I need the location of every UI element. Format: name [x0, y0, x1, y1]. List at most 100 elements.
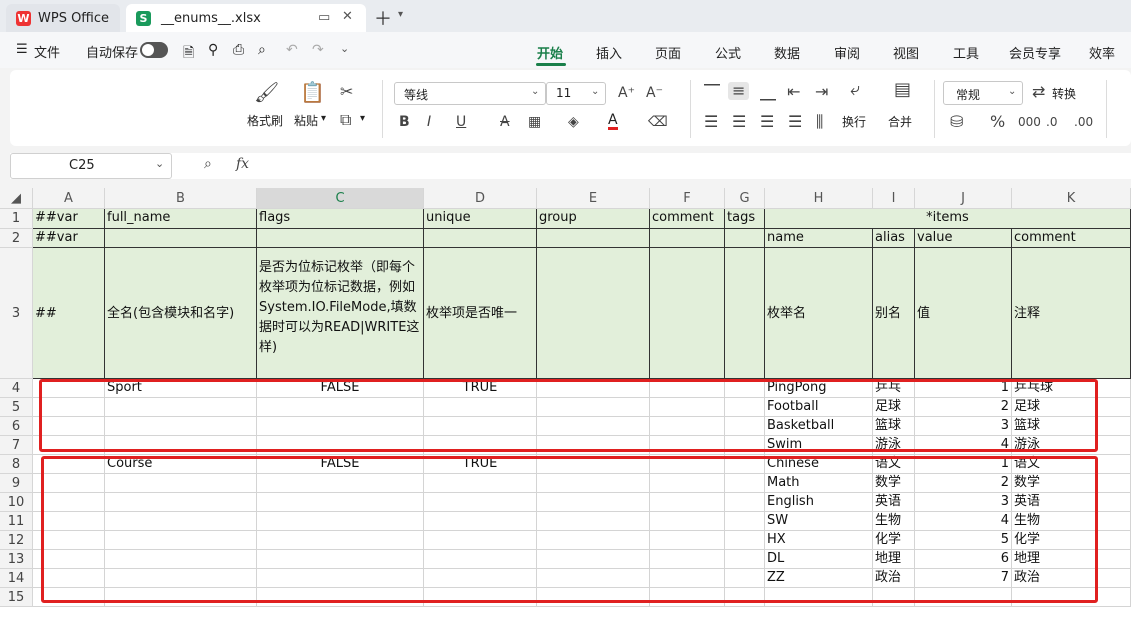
- plus-icon[interactable]: ＋: [374, 5, 392, 31]
- tab-member[interactable]: 会员专享: [1009, 43, 1061, 62]
- cell-a1[interactable]: ##var: [33, 209, 105, 229]
- justify-icon[interactable]: ☰: [788, 114, 802, 130]
- cell-c3[interactable]: 是否为位标记枚举（即每个枚举项为位标记数据，例如System.IO.FileMo…: [257, 248, 424, 379]
- row-header-9[interactable]: 9: [0, 474, 33, 493]
- wrap-text-icon[interactable]: ⤶: [850, 81, 860, 99]
- copy-chevron-icon[interactable]: ▾: [360, 113, 365, 124]
- tab-tools[interactable]: 工具: [953, 43, 979, 62]
- cell-i2[interactable]: alias: [873, 229, 915, 248]
- column-header-a[interactable]: A: [33, 188, 105, 209]
- currency-icon[interactable]: ⛁: [950, 114, 963, 130]
- row-header-8[interactable]: 8: [0, 455, 33, 474]
- cell-g1[interactable]: tags: [725, 209, 765, 229]
- row-header-7[interactable]: 7: [0, 436, 33, 455]
- align-center-icon[interactable]: ☰: [732, 114, 746, 130]
- close-tab-icon[interactable]: ✕: [342, 9, 353, 24]
- italic-icon[interactable]: I: [427, 114, 431, 130]
- copy-icon[interactable]: ⧉: [340, 112, 351, 128]
- cell-f2[interactable]: [650, 229, 725, 248]
- row-header-12[interactable]: 12: [0, 531, 33, 550]
- tab-home[interactable]: 开始: [537, 43, 563, 62]
- cell-a2[interactable]: ##var: [33, 229, 105, 248]
- select-all-corner[interactable]: ◢: [0, 188, 33, 209]
- convert-icon[interactable]: ⇄: [1032, 84, 1045, 100]
- increase-font-icon[interactable]: A⁺: [618, 85, 635, 101]
- cut-icon[interactable]: ✂: [340, 84, 353, 100]
- cell-f3[interactable]: [650, 248, 725, 379]
- row-header-10[interactable]: 10: [0, 493, 33, 512]
- cell-i3[interactable]: 别名: [873, 248, 915, 379]
- more-chevron-icon[interactable]: ⌄: [340, 42, 349, 55]
- save-icon[interactable]: 🗎: [183, 42, 194, 66]
- window-icon[interactable]: ▭: [318, 10, 330, 25]
- cell-j2[interactable]: value: [915, 229, 1012, 248]
- wrap-text-button[interactable]: 换行: [842, 113, 866, 130]
- indent-icon[interactable]: ⇥: [815, 84, 828, 100]
- cell-a3[interactable]: ##: [33, 248, 105, 379]
- cell-b2[interactable]: [105, 229, 257, 248]
- merge-icon[interactable]: ▤: [894, 81, 911, 99]
- row-header-14[interactable]: 14: [0, 569, 33, 588]
- column-header-k[interactable]: K: [1012, 188, 1131, 209]
- column-header-b[interactable]: B: [105, 188, 257, 209]
- paste-chevron-icon[interactable]: ▾: [321, 113, 326, 124]
- decrease-font-icon[interactable]: A⁻: [646, 85, 663, 101]
- cell-k3[interactable]: 注释: [1012, 248, 1131, 379]
- menu-file[interactable]: 文件: [34, 42, 60, 61]
- formula-input[interactable]: [266, 156, 1126, 176]
- row-header-2[interactable]: 2: [0, 229, 33, 248]
- percent-icon[interactable]: %: [990, 114, 1005, 130]
- font-name-select[interactable]: 等线 ⌄: [394, 82, 546, 105]
- column-header-g[interactable]: G: [725, 188, 765, 209]
- column-header-h[interactable]: H: [765, 188, 873, 209]
- row-header-3[interactable]: 3: [0, 248, 33, 379]
- cell-g3[interactable]: [725, 248, 765, 379]
- bold-icon[interactable]: B: [399, 114, 410, 130]
- column-header-i[interactable]: I: [873, 188, 915, 209]
- tab-wps-office[interactable]: W WPS Office: [6, 4, 120, 32]
- cell-h1-k1-merged[interactable]: *items: [765, 209, 1131, 229]
- cell-h2[interactable]: name: [765, 229, 873, 248]
- cell-e1[interactable]: group: [537, 209, 650, 229]
- cell-h3[interactable]: 枚举名: [765, 248, 873, 379]
- column-header-e[interactable]: E: [537, 188, 650, 209]
- align-left-icon[interactable]: ☰: [704, 114, 718, 130]
- tab-data[interactable]: 数据: [774, 43, 800, 62]
- fx-icon[interactable]: fx: [236, 156, 249, 172]
- outdent-icon[interactable]: ⇤: [787, 84, 800, 100]
- cell-d3[interactable]: 枚举项是否唯一: [424, 248, 537, 379]
- tab-view[interactable]: 视图: [893, 43, 919, 62]
- column-header-f[interactable]: F: [650, 188, 725, 209]
- font-size-select[interactable]: 11 ⌄: [546, 82, 606, 105]
- row-header-4[interactable]: 4: [0, 379, 33, 398]
- tab-review[interactable]: 审阅: [834, 43, 860, 62]
- cell-e3[interactable]: [537, 248, 650, 379]
- share-icon[interactable]: ⚲: [208, 42, 218, 58]
- distributed-icon[interactable]: ⫼: [816, 114, 823, 130]
- hamburger-icon[interactable]: ☰: [16, 42, 28, 57]
- align-bottom-icon[interactable]: ⎽: [760, 84, 776, 100]
- align-top-icon[interactable]: ⎺: [704, 84, 720, 100]
- tab-page[interactable]: 页面: [655, 43, 681, 62]
- print-preview-icon[interactable]: ⌕: [258, 42, 266, 58]
- cell-e2[interactable]: [537, 229, 650, 248]
- clear-format-icon[interactable]: ⌫: [648, 114, 668, 130]
- align-right-icon[interactable]: ☰: [760, 114, 774, 130]
- tab-insert[interactable]: 插入: [596, 43, 622, 62]
- paste-icon[interactable]: 📋: [300, 82, 325, 102]
- name-box[interactable]: C25 ⌄: [10, 153, 172, 179]
- cell-c2[interactable]: [257, 229, 424, 248]
- redo-icon[interactable]: ↷: [312, 42, 324, 58]
- fill-color-icon[interactable]: ◈: [568, 114, 579, 130]
- underline-icon[interactable]: U: [456, 114, 466, 130]
- column-header-d[interactable]: D: [424, 188, 537, 209]
- row-header-15[interactable]: 15: [0, 588, 33, 607]
- print-icon[interactable]: ⎙: [233, 42, 244, 58]
- paste-button[interactable]: 粘贴: [294, 112, 318, 129]
- undo-icon[interactable]: ↶: [286, 42, 298, 58]
- convert-button[interactable]: 转换: [1052, 85, 1076, 102]
- autosave-toggle[interactable]: [140, 42, 168, 58]
- row-header-1[interactable]: 1: [0, 209, 33, 229]
- font-color-icon[interactable]: A: [608, 113, 618, 130]
- cell-k2[interactable]: comment: [1012, 229, 1131, 248]
